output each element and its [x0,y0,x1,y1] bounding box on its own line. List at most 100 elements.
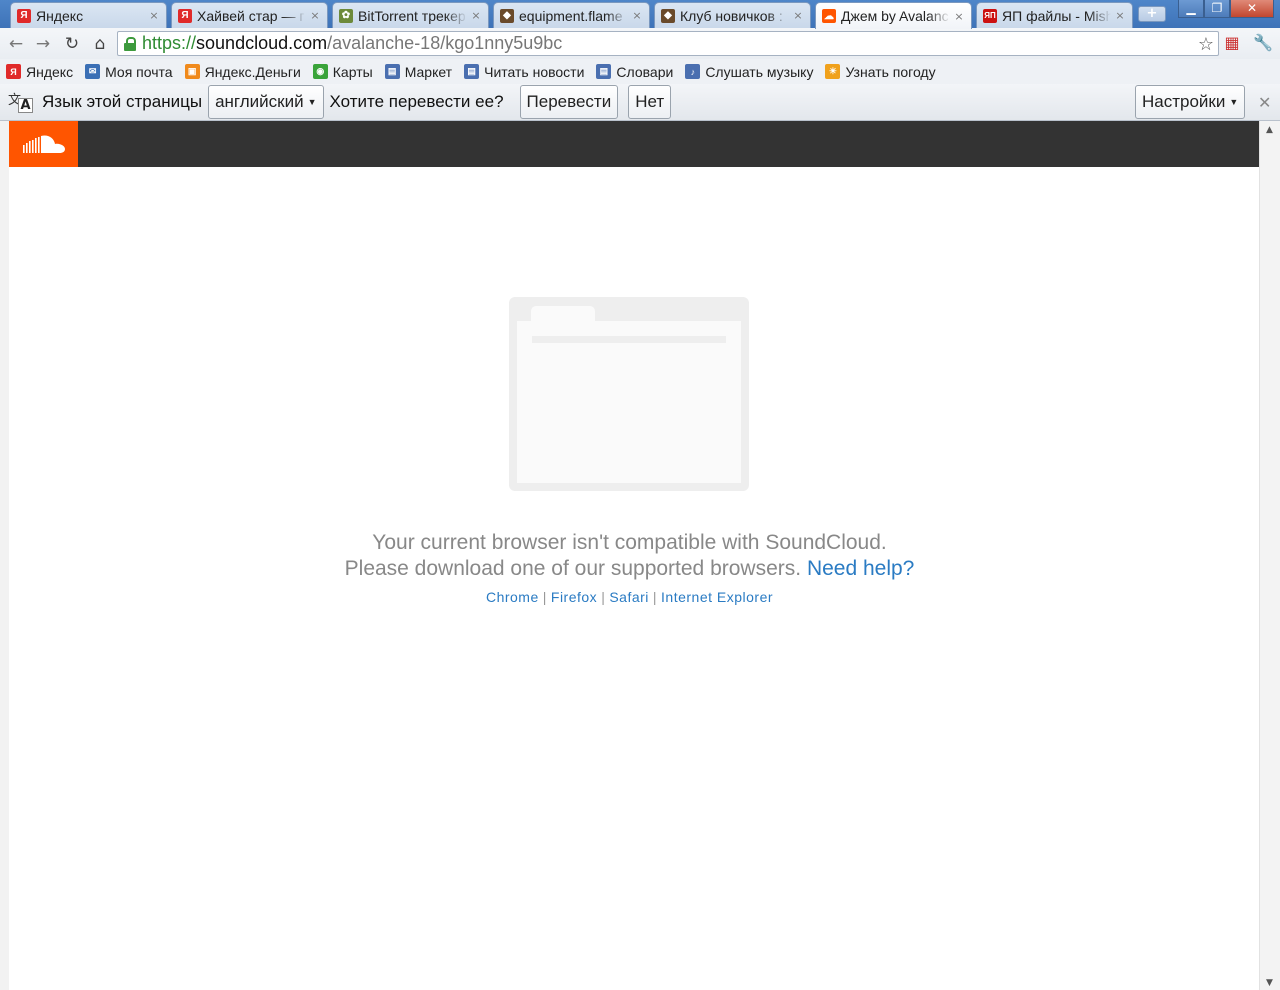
bookmark-label: Читать новости [484,63,585,80]
close-tab-icon[interactable]: × [953,10,965,23]
soundcloud-icon: ☁ [822,9,836,23]
bookmark-item[interactable]: ♪ Слушать музыку [685,64,813,80]
firefox-link[interactable]: Firefox [551,589,597,605]
new-tab-button[interactable]: + [1138,6,1166,22]
close-tab-icon[interactable]: × [309,9,321,22]
yandex-icon: Я [178,8,192,23]
link-separator: | [601,589,606,605]
bookmark-item[interactable]: Я Яндекс [6,64,73,80]
translate-bar: 文A Язык этой страницы английский ▼ Хотит… [0,84,1280,121]
link-separator: | [542,589,547,605]
bookmark-item[interactable]: ▣ Яндекс.Деньги [184,63,301,80]
bookmark-item[interactable]: ▤ Маркет [384,63,453,80]
bookmark-label: Яндекс.Деньги [204,63,301,80]
scroll-up-icon[interactable]: ▲ [1266,125,1273,135]
soundcloud-header [9,121,1259,167]
reload-icon[interactable]: ↻ [61,33,83,55]
maximize-icon[interactable]: ❐ [1204,0,1230,18]
market-icon: ▤ [384,64,400,79]
download-message-text: Please download one of our supported bro… [344,557,802,580]
close-tab-icon[interactable]: × [470,9,482,22]
bookmark-item[interactable]: ☀ Узнать погоду [825,63,936,80]
translate-button[interactable]: Перевести [519,85,619,119]
close-tab-icon[interactable]: × [792,9,804,22]
tab-label: Клуб новичков : [680,7,783,24]
bookmark-label: Маркет [404,63,453,80]
chevron-down-icon: ▼ [307,97,317,107]
bookmark-label: Словари [616,63,674,80]
bookmark-label: Яндекс [26,63,74,80]
window-controls: ▁ ❐ ✕ [1178,0,1274,18]
tab-label: ЯП файлы - Mish [1002,7,1111,24]
bookmark-item[interactable]: ✉ Моя почта [85,63,173,80]
vertical-scrollbar[interactable]: ▲ ▼ [1259,121,1280,990]
lock-icon [124,36,136,51]
safari-link[interactable]: Safari [609,589,649,605]
tab-7[interactable]: ЯП ЯП файлы - Mish × [976,2,1133,28]
forward-arrow-icon[interactable]: → [32,33,54,55]
soundcloud-logo-icon[interactable] [9,121,78,167]
bookmark-label: Слушать музыку [705,63,814,80]
dictionary-icon: ▤ [596,64,612,79]
weather-icon: ☀ [825,64,841,79]
page-content: Your current browser isn't compatible wi… [0,121,1280,990]
address-bar[interactable]: https://soundcloud.com/avalanche-18/kgo1… [117,31,1219,56]
tab-5[interactable]: ◆ Клуб новичков : × [654,2,811,28]
translate-settings-button[interactable]: Настройки ▼ [1135,85,1246,119]
close-tab-icon[interactable]: × [1114,9,1126,22]
translate-question: Хотите перевести ее? [329,92,504,111]
wrench-icon[interactable]: 🔧 [1253,33,1273,53]
settings-label: Настройки [1142,92,1226,111]
yandex-icon: Я [17,8,31,23]
back-arrow-icon[interactable]: ← [5,33,27,55]
close-window-icon[interactable]: ✕ [1230,0,1274,18]
tab-1[interactable]: Я Яндекс × [10,2,167,28]
money-icon: ▣ [184,64,200,79]
scroll-down-icon[interactable]: ▼ [1266,978,1273,988]
tab-strip: Я Яндекс × Я Хайвей стар — г × ✿ BitTorrent тре… [0,0,1280,29]
yandex-icon: Я [6,64,21,79]
internet-explorer-link[interactable]: Internet Explorer [661,589,773,605]
bookmark-item[interactable]: ▤ Читать новости [464,64,584,80]
need-help-link[interactable]: Need help? [807,557,914,580]
browser-links: Chrome | Firefox | Safari | Internet Explorer [0,589,1259,605]
tab-4[interactable]: ◆ equipment.flame × [493,2,650,28]
chevron-down-icon: ▼ [1229,97,1239,107]
chrome-link[interactable]: Chrome [486,589,539,605]
translate-prefix: Язык этой страницы [42,92,203,111]
translate-icon: 文A [8,89,34,115]
page-gutter [0,121,9,990]
tab-label: Джем by Avalanc [841,8,949,24]
tab-2[interactable]: Я Хайвей стар — г × [171,2,328,28]
close-icon[interactable]: ✕ [1258,93,1271,112]
url-text: https://soundcloud.com/avalanche-18/kgo1… [142,33,563,53]
incompatible-message: Your current browser isn't compatible wi… [372,531,887,554]
bookmark-label: Узнать погоду [845,63,936,80]
tab-6[interactable]: ☁ Джем by Avalanc × [815,2,972,29]
bookmark-item[interactable]: ◉ Карты [312,63,373,80]
extension-icon[interactable]: ▦ [1222,33,1242,53]
home-icon[interactable]: ⌂ [89,33,111,55]
bittorrent-icon: ✿ [339,8,353,23]
language-select[interactable]: английский ▼ [208,85,324,119]
tab-label: BitTorrent трекер [358,7,466,24]
bookmark-star-icon[interactable]: ☆ [1198,34,1214,55]
link-separator: | [652,589,658,605]
no-translate-button[interactable]: Нет [628,85,672,119]
news-icon: ▤ [464,64,480,79]
minimize-icon[interactable]: ▁ [1178,0,1204,18]
forum-icon: ◆ [661,8,675,23]
bookmark-label: Карты [332,63,373,80]
maps-icon: ◉ [312,64,328,79]
music-icon: ♪ [685,64,701,79]
close-tab-icon[interactable]: × [631,9,643,22]
browser-toolbar: ← → ↻ ⌂ https://soundcloud.com/avalanche… [0,28,1280,59]
language-select-value: английский [215,92,304,111]
bookmark-label: Моя почта [105,63,173,80]
tab-label: equipment.flame [519,7,623,24]
download-message: Please download one of our supported bro… [0,557,1259,581]
bookmark-item[interactable]: ▤ Словари [596,64,673,80]
tab-3[interactable]: ✿ BitTorrent трекер × [332,2,489,28]
close-tab-icon[interactable]: × [148,9,160,22]
forum-icon: ◆ [500,8,514,23]
